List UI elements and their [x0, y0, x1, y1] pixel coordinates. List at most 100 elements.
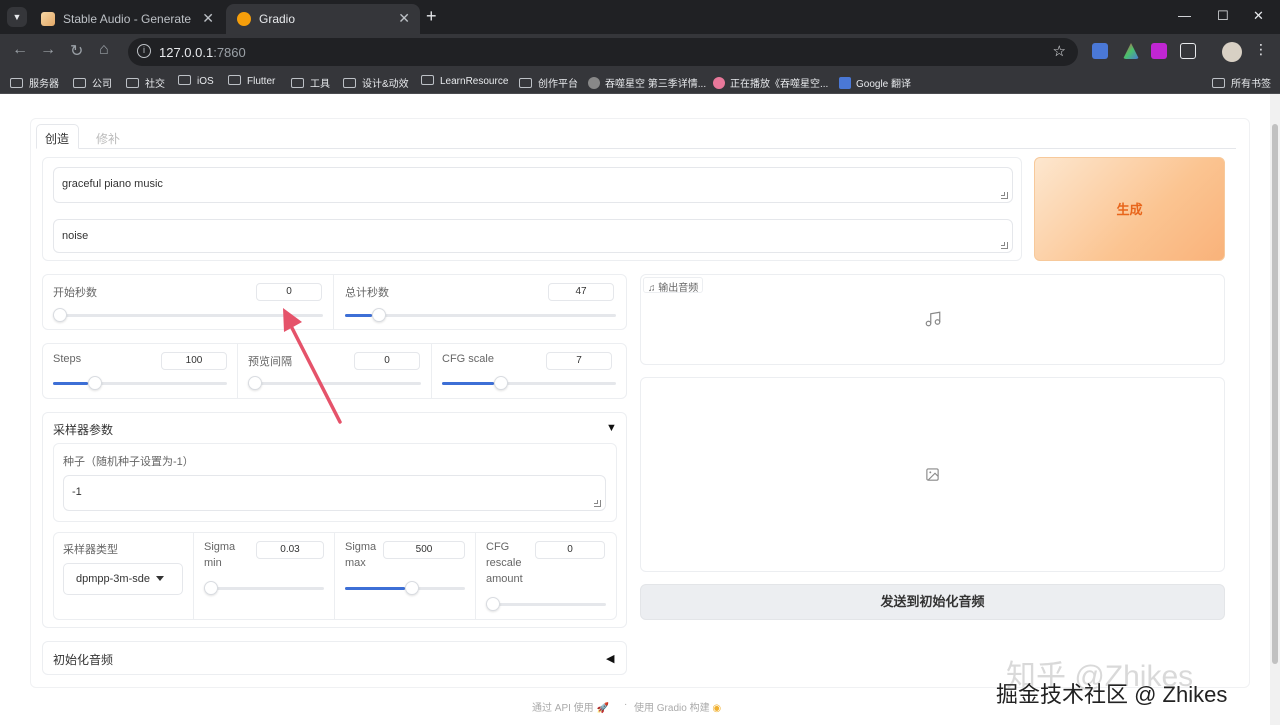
cfg-rescale-slider-handle[interactable] [486, 597, 500, 611]
minimize-icon[interactable]: — [1178, 8, 1191, 23]
browser-tabstrip: ▼ Stable Audio - Generate ✕ Gradio ✕ + —… [0, 0, 1280, 34]
profile-avatar[interactable] [1222, 42, 1242, 62]
sigma-max-label-line2: max [345, 557, 366, 569]
init-audio-accordion[interactable] [42, 641, 627, 675]
start-seconds-input[interactable]: 0 [256, 283, 322, 301]
page-scrollbar[interactable] [1270, 94, 1280, 725]
generate-button[interactable]: 生成 [1034, 157, 1225, 261]
folder-icon [343, 78, 356, 88]
expand-triangle-icon[interactable]: ◀ [606, 652, 614, 665]
tab-inpaint[interactable]: 修补 [96, 130, 120, 147]
annotation-arrow-icon [283, 308, 342, 424]
prompt-input[interactable]: graceful piano music [53, 167, 1013, 203]
output-audio-tag: ♫ 输出音频 [643, 277, 704, 294]
bookmark-label: 工具 [310, 79, 330, 90]
bookmark-folder[interactable]: Flutter [228, 75, 275, 87]
back-icon[interactable]: ← [12, 41, 28, 59]
bookmark-folder[interactable]: iOS [178, 75, 214, 87]
prompt-text: graceful piano music [62, 178, 163, 190]
cfg-rescale-track[interactable] [486, 603, 606, 606]
stable-audio-favicon-icon [41, 12, 55, 26]
browser-tab-stable-audio[interactable]: Stable Audio - Generate ✕ [30, 4, 224, 34]
sampler-params-title[interactable]: 采样器参数 [53, 421, 113, 438]
browser-menu-icon[interactable]: ⋮ [1254, 41, 1268, 58]
api-link[interactable]: 通过 API 使用 🚀 [532, 699, 609, 714]
bookmark-star-icon[interactable]: ☆ [1053, 42, 1066, 60]
gradio-link[interactable]: 使用 Gradio 构建 ◉ [634, 699, 721, 714]
folder-icon [228, 75, 241, 85]
start-seconds-slider-handle[interactable] [53, 308, 67, 322]
sigma-min-track[interactable] [204, 587, 324, 590]
rocket-icon: 🚀 [596, 703, 609, 714]
sigma-min-input[interactable]: 0.03 [256, 541, 324, 559]
collapse-triangle-icon[interactable]: ▼ [606, 422, 617, 434]
sigma-max-input[interactable]: 500 [383, 541, 465, 559]
watermark-text: 掘金技术社区 @ Zhikes [996, 682, 1228, 707]
bookmark-folder[interactable]: 服务器 [10, 75, 59, 90]
bookmark-link[interactable]: Google 翻译 [839, 75, 911, 90]
close-window-icon[interactable]: ✕ [1253, 8, 1264, 24]
url-port: :7860 [213, 45, 246, 60]
tab-search-button[interactable]: ▼ [7, 7, 27, 27]
bookmark-folder[interactable]: 工具 [291, 75, 330, 90]
resize-handle-icon[interactable] [594, 500, 601, 507]
translate-extension-icon[interactable] [1092, 43, 1108, 59]
forward-icon[interactable]: → [40, 41, 56, 59]
bookmark-link[interactable]: 正在播放《吞噬星空... [713, 75, 828, 90]
reload-icon[interactable]: ↻ [70, 41, 83, 61]
tabs-divider [36, 148, 1236, 149]
preview-interval-input[interactable]: 0 [354, 352, 420, 370]
resize-handle-icon[interactable] [1001, 192, 1008, 199]
divider [193, 533, 194, 619]
bookmark-label: 正在播放《吞噬星空... [730, 79, 829, 90]
browser-tab-gradio[interactable]: Gradio ✕ [226, 4, 420, 34]
folder-icon [291, 78, 304, 88]
total-seconds-slider-handle[interactable] [372, 308, 387, 322]
extensions-puzzle-icon[interactable] [1180, 43, 1196, 59]
prism-extension-icon[interactable] [1123, 43, 1139, 59]
resize-handle-icon[interactable] [1001, 242, 1008, 249]
tab-create[interactable]: 创造 [45, 130, 69, 147]
seed-input[interactable]: -1 [63, 475, 606, 511]
preview-interval-slider-handle[interactable] [248, 376, 262, 390]
folder-icon [10, 78, 23, 88]
start-seconds-label: 开始秒数 [53, 287, 97, 299]
bookmark-link[interactable]: 吞噬星空 第三季详情... [588, 75, 706, 90]
download-extension-icon[interactable] [1151, 43, 1167, 59]
bookmark-label: 服务器 [29, 79, 59, 90]
steps-slider-handle[interactable] [87, 376, 102, 390]
sigma-max-slider-handle[interactable] [405, 581, 419, 595]
all-bookmarks[interactable]: 所有书签 [1212, 75, 1271, 90]
close-tab-icon[interactable]: ✕ [202, 10, 214, 27]
total-seconds-input[interactable]: 47 [548, 283, 614, 301]
site-info-icon[interactable]: i [137, 44, 151, 58]
init-audio-title[interactable]: 初始化音频 [53, 651, 113, 668]
bookmark-folder[interactable]: 设计&动效 [343, 75, 409, 90]
sigma-min-slider-handle[interactable] [204, 581, 218, 595]
bookmark-folder[interactable]: 创作平台 [519, 75, 578, 90]
steps-input[interactable]: 100 [161, 352, 227, 370]
close-tab-icon[interactable]: ✕ [398, 10, 410, 27]
new-tab-icon[interactable]: + [426, 6, 437, 27]
bookmark-folder[interactable]: 公司 [73, 75, 112, 90]
cfg-scale-input[interactable]: 7 [546, 352, 612, 370]
bookmark-label: 设计&动效 [362, 79, 409, 90]
sampler-type-dropdown[interactable]: dpmpp-3m-sde [63, 563, 183, 595]
sigma-max-fill [345, 587, 405, 590]
sampler-type-label: 采样器类型 [63, 544, 118, 556]
sigma-min-label-line1: Sigma [204, 541, 236, 553]
footer-separator: · [624, 699, 628, 710]
negative-prompt-input[interactable]: noise [53, 219, 1013, 253]
music-note-icon [925, 311, 941, 327]
bookmark-folder[interactable]: LearnResource [421, 75, 508, 87]
scrollbar-thumb[interactable] [1272, 124, 1278, 664]
cfg-rescale-label-line2: rescale [486, 557, 522, 569]
home-icon[interactable]: ⌂ [99, 41, 109, 59]
folder-icon [126, 78, 139, 88]
cfg-rescale-input[interactable]: 0 [535, 541, 605, 559]
maximize-icon[interactable]: ☐ [1217, 8, 1229, 24]
bookmark-folder[interactable]: 社交 [126, 75, 165, 90]
send-to-init-audio-button[interactable]: 发送到初始化音频 [640, 584, 1225, 620]
steps-label: Steps [53, 353, 82, 365]
address-bar[interactable]: i 127.0.0.1:7860 ☆ [128, 38, 1078, 66]
